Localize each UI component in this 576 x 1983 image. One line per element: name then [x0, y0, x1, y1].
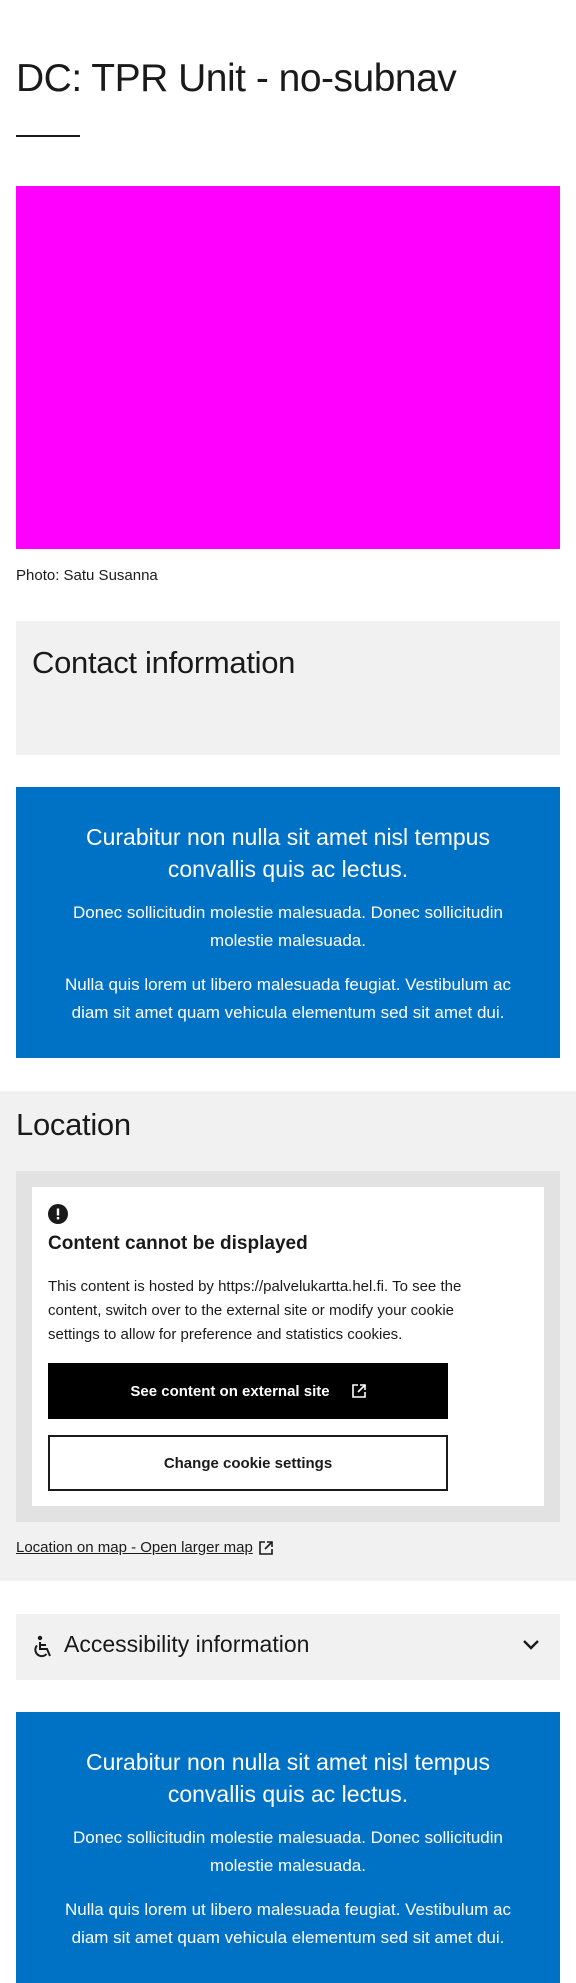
banner-paragraph: Nulla quis lorem ut libero malesuada feu… [64, 975, 512, 1022]
banner-paragraph: Donec sollicitudin molestie malesuada. D… [73, 903, 503, 950]
cookie-consent-notice: Content cannot be displayed This content… [32, 1187, 544, 1506]
contact-information-section: Contact information [16, 621, 560, 755]
accessibility-accordion[interactable]: Accessibility information [16, 1614, 560, 1680]
external-link-icon [351, 1384, 366, 1398]
open-larger-map-link[interactable]: Location on map - Open larger map [16, 1539, 273, 1556]
banner-title: Curabitur non nulla sit amet nisl tempus… [86, 1749, 490, 1807]
alert-circle-icon [48, 1204, 68, 1224]
hero-image [16, 186, 560, 549]
change-cookie-settings-label: Change cookie settings [163, 1454, 333, 1472]
external-link-icon [259, 1540, 273, 1555]
notice-text: This content is hosted by https://palvel… [48, 1278, 462, 1343]
location-section: Location Content cannot be displayed Thi… [0, 1091, 576, 1581]
see-content-external-label: See content on external site [130, 1382, 330, 1400]
notice-title: Content cannot be displayed [48, 1233, 308, 1254]
info-banner-bottom: Curabitur non nulla sit amet nisl tempus… [16, 1712, 560, 1983]
chevron-down-icon [523, 1640, 539, 1650]
contact-information-title: Contact information [32, 645, 296, 680]
wheelchair-icon [34, 1635, 51, 1658]
title-divider [16, 135, 80, 137]
page-title: DC: TPR Unit - no-subnav [16, 57, 457, 100]
banner-paragraph: Nulla quis lorem ut libero malesuada feu… [64, 1900, 512, 1947]
accessibility-title: Accessibility information [64, 1631, 310, 1657]
banner-paragraph: Donec sollicitudin molestie malesuada. D… [73, 1828, 503, 1875]
change-cookie-settings-button[interactable]: Change cookie settings [48, 1435, 448, 1491]
location-title: Location [16, 1107, 131, 1142]
photo-caption: Photo: Satu Susanna [16, 567, 158, 584]
map-embed-placeholder: Content cannot be displayed This content… [16, 1171, 560, 1522]
banner-title: Curabitur non nulla sit amet nisl tempus… [86, 824, 490, 882]
see-content-external-button[interactable]: See content on external site [48, 1363, 448, 1419]
open-larger-map-label: Location on map - Open larger map [16, 1539, 253, 1556]
info-banner-top: Curabitur non nulla sit amet nisl tempus… [16, 787, 560, 1058]
